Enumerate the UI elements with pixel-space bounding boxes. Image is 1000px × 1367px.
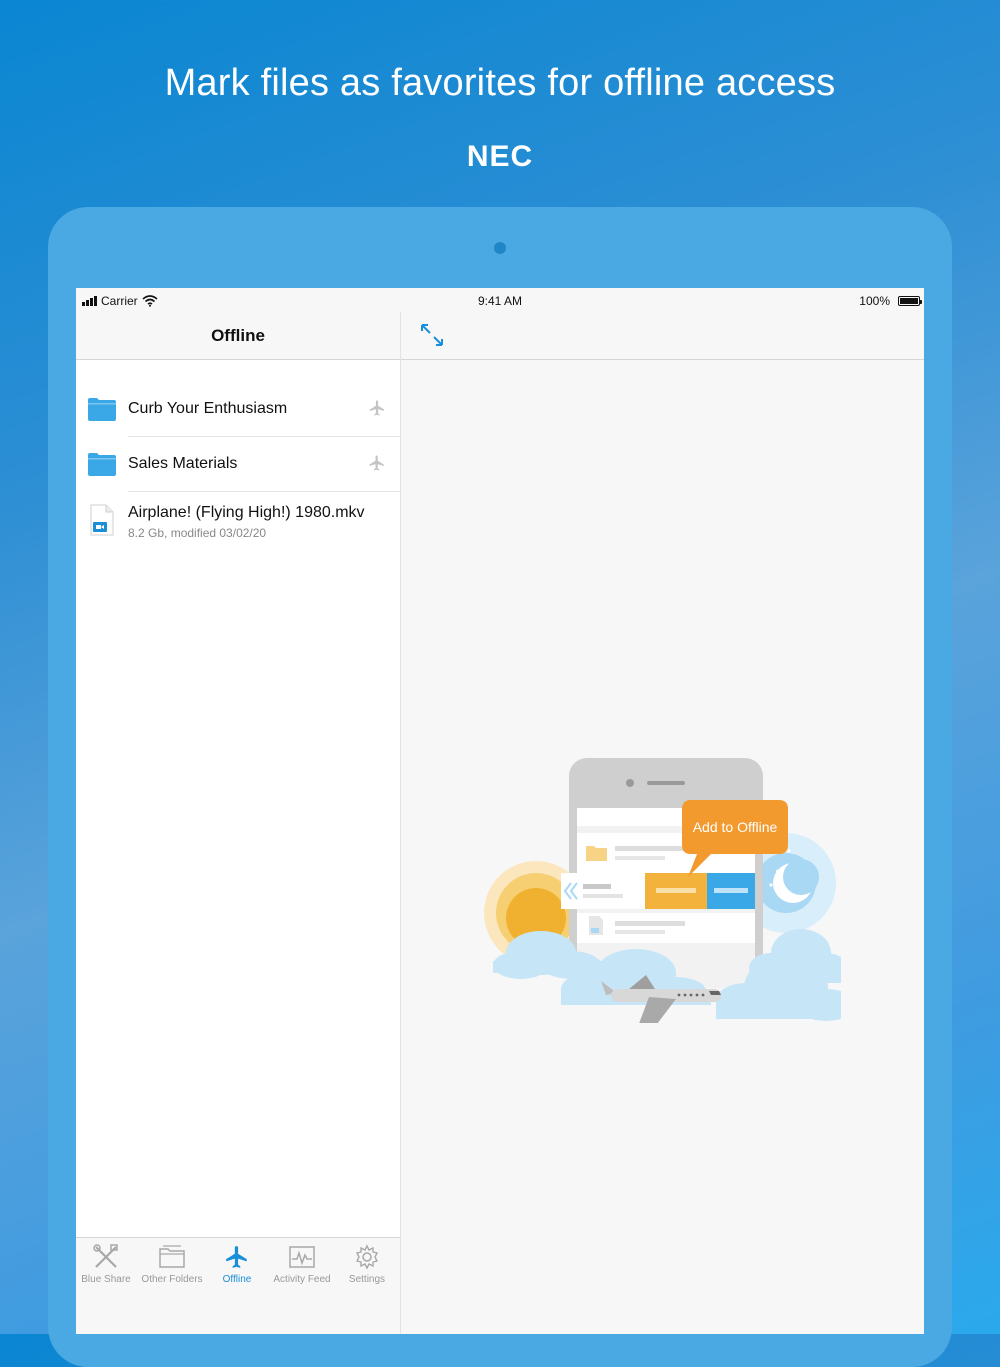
folders-icon [159,1245,185,1268]
airplane-icon[interactable] [368,454,386,472]
tab-settings[interactable]: Settings [335,1244,399,1285]
tab-other-folders[interactable]: Other Folders [140,1244,204,1285]
airplane-icon[interactable] [368,399,386,417]
battery-percent: 100% [859,294,890,308]
tab-bar: Blue Share Other Folders Offline Activit… [76,1237,400,1334]
detail-navbar [401,312,924,360]
expand-icon[interactable] [419,322,445,348]
tab-label: Other Folders [141,1274,203,1285]
tab-label: Blue Share [81,1274,131,1285]
offline-list: Curb Your Enthusiasm Sales Materials Air… [76,382,400,554]
offline-illustration: Add to Offline [484,758,841,1023]
tab-activity-feed[interactable]: Activity Feed [270,1244,334,1285]
item-name: Airplane! (Flying High!) 1980.mkv [128,504,365,521]
list-item-folder-curb[interactable]: Curb Your Enthusiasm [76,382,400,437]
list-item-folder-sales[interactable]: Sales Materials [76,437,400,492]
gear-icon [355,1244,379,1270]
item-name: Curb Your Enthusiasm [128,400,288,417]
item-name: Sales Materials [128,455,238,472]
app-screen: Carrier 9:41 AM 100% Offline Curb Your E… [76,288,924,1334]
tools-icon [93,1244,118,1268]
battery-icon [898,296,922,306]
tab-blue-share[interactable]: Blue Share [76,1244,138,1285]
clock: 9:41 AM [477,294,523,308]
bubble-text: Add to Offline [693,819,778,835]
sidebar: Offline Curb Your Enthusiasm Sales Mater… [76,312,401,1334]
item-meta: 8.2 Gb, modified 03/02/20 [128,526,267,540]
activity-icon [289,1246,315,1268]
video-file-icon [90,504,114,536]
list-item-file-airplane[interactable]: Airplane! (Flying High!) 1980.mkv 8.2 Gb… [76,492,400,554]
airplane-icon [226,1246,247,1268]
tab-label: Settings [348,1274,386,1285]
brand-logo: NEC [466,140,534,173]
tab-label: Offline [222,1274,252,1285]
folder-icon [88,453,116,476]
tab-offline[interactable]: Offline [205,1244,269,1285]
sidebar-title: Offline [76,312,400,360]
folder-icon [88,398,116,421]
status-bar: Carrier 9:41 AM 100% [76,288,924,312]
headline: Mark files as favorites for offline acce… [164,62,836,104]
tab-label: Activity Feed [273,1274,331,1285]
camera-dot [494,242,506,254]
